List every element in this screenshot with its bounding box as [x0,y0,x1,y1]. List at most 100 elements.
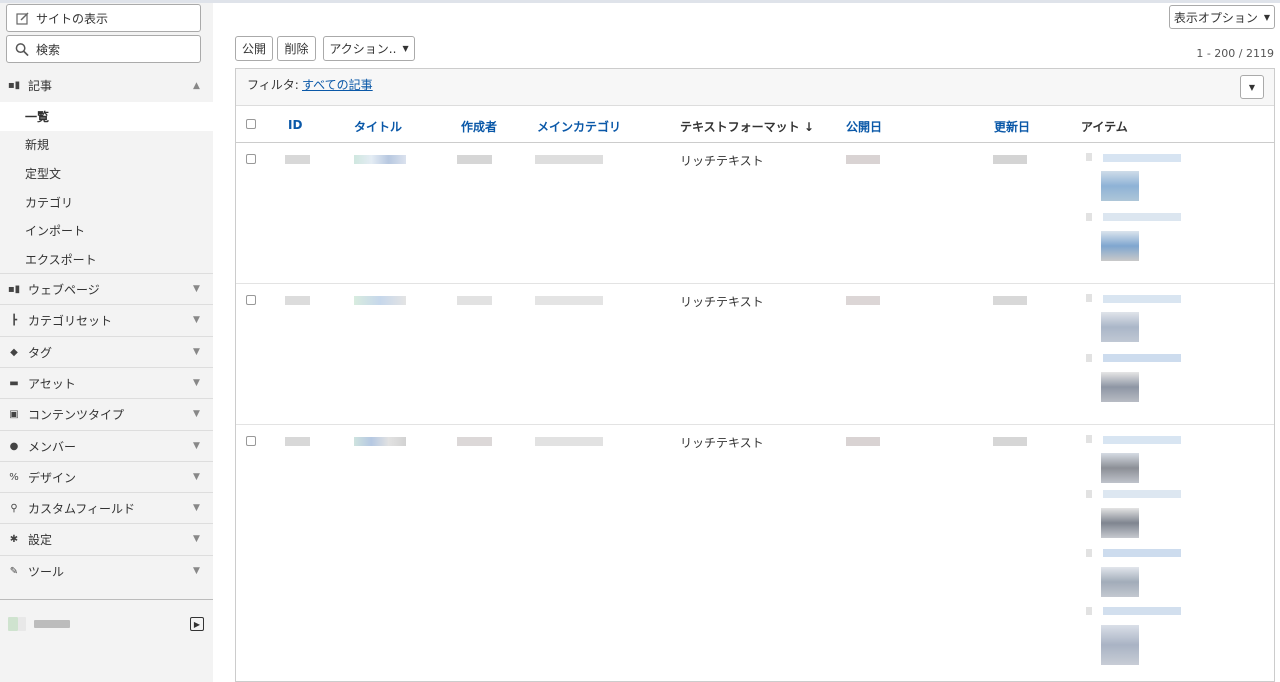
nav-settings[interactable]: ✱ 設定 ▼ [0,523,213,554]
sub-item-template[interactable]: 定型文 [0,159,213,188]
chevron-down-icon: ▼ [193,347,200,357]
chevron-down-icon: ▼ [193,441,200,451]
chevron-down-icon: ▼ [193,566,200,576]
nav-content-type-label: コンテンツタイプ [28,407,125,422]
nav-webpages[interactable]: ▪▮ ウェブページ ▼ [0,273,213,304]
filter-dropdown-button[interactable]: ▼ [1240,75,1264,99]
actions-dropdown[interactable]: アクション.. ▼ [323,36,415,61]
member-icon: ● [9,440,19,452]
chevron-down-icon: ▼ [193,503,200,513]
nav-category-set[interactable]: ┣ カテゴリセット ▼ [0,304,213,335]
category-pixelated [535,437,603,446]
nav-settings-label: 設定 [28,532,53,547]
table-row: リッチテキスト [236,143,1274,284]
nav-tools-label: ツール [28,564,65,579]
chevron-down-icon: ▼ [193,378,200,388]
title-pixelated[interactable] [354,437,406,446]
sidebar: サイトの表示 検索 ▪▮ 記事 ▲ 一覧 新規 定型文 カテゴリ インポート エ… [0,3,213,682]
search-icon [15,42,29,56]
chevron-down-icon: ▼ [193,472,200,482]
nav-member[interactable]: ● メンバー ▼ [0,430,213,461]
title-pixelated[interactable] [354,296,406,305]
author-pixelated [457,296,492,305]
nav-member-label: メンバー [28,439,77,454]
nav-custom-field[interactable]: ⚲ カスタムフィールド ▼ [0,492,213,523]
view-site-label: サイトの表示 [36,11,109,26]
col-modified-date[interactable]: 更新日 [994,118,1030,135]
text-format-value: リッチテキスト [680,436,764,450]
select-all-checkbox[interactable] [246,119,256,129]
articles-icon: ▪▮ [7,80,21,91]
table-row: リッチテキスト [236,284,1274,425]
filter-label: フィルタ: [247,78,299,92]
item-thumbnails [1086,435,1186,675]
row-checkbox[interactable] [246,154,256,164]
tag-icon: ◆ [10,346,18,358]
category-pixelated [535,155,603,164]
publish-date-pixelated [846,155,880,164]
sub-item-new[interactable]: 新規 [0,130,213,160]
row-checkbox[interactable] [246,436,256,446]
nav-custom-field-label: カスタムフィールド [28,501,136,516]
text-format-value: リッチテキスト [680,295,764,309]
search-label: 検索 [36,42,61,57]
custom-field-icon: ⚲ [10,502,18,514]
item-thumbnails [1086,153,1186,273]
chevron-down-icon: ▼ [193,284,200,294]
modified-date-pixelated [993,437,1027,446]
publish-date-pixelated [846,437,880,446]
sub-item-list[interactable]: 一覧 [0,102,213,131]
filter-link[interactable]: すべての記事 [302,76,373,93]
nav-webpages-label: ウェブページ [28,282,100,297]
play-icon[interactable]: ▶ [190,617,204,631]
search-button[interactable]: 検索 [6,35,201,63]
publish-date-pixelated [846,296,880,305]
col-text-format[interactable]: テキストフォーマット ↓ [680,118,814,135]
caret-down-icon: ▼ [402,44,409,53]
publish-button[interactable]: 公開 [235,36,273,61]
nav-content-type[interactable]: ▣ コンテンツタイプ ▼ [0,398,213,429]
edit-icon [15,11,29,25]
id-pixelated [285,437,310,446]
title-pixelated[interactable] [354,155,406,164]
nav-asset[interactable]: ▬ アセット ▼ [0,367,213,398]
nav-tools[interactable]: ✎ ツール ▼ [0,555,213,586]
author-pixelated [457,437,492,446]
nav-tag[interactable]: ◆ タグ ▼ [0,336,213,367]
col-main-category[interactable]: メインカテゴリ [537,118,621,135]
actions-label: アクション.. [329,42,397,56]
col-title[interactable]: タイトル [354,118,402,135]
col-author[interactable]: 作成者 [461,118,497,135]
id-pixelated [285,155,310,164]
chevron-down-icon: ▼ [193,315,200,325]
design-icon: % [9,471,19,483]
row-checkbox[interactable] [246,295,256,305]
sub-item-category[interactable]: カテゴリ [0,187,213,217]
col-id[interactable]: ID [288,118,302,132]
wrench-icon: ✎ [9,565,19,577]
user-name-pixelated [34,620,70,628]
col-items: アイテム [1081,120,1128,134]
col-publish-date[interactable]: 公開日 [846,118,882,135]
sub-item-import[interactable]: インポート [0,216,213,245]
display-options-button[interactable]: 表示オプション ▼ [1169,5,1275,29]
table-header: ID タイトル 作成者 メインカテゴリ テキストフォーマット ↓ 公開日 更新日… [236,106,1274,143]
modified-date-pixelated [993,155,1027,164]
nav-asset-label: アセット [28,376,76,391]
id-pixelated [285,296,310,305]
item-thumbnails [1086,294,1186,414]
nav-articles[interactable]: ▪▮ 記事 ▲ [0,70,213,101]
nav-articles-label: 記事 [28,79,53,93]
delete-button[interactable]: 削除 [277,36,316,61]
chevron-up-icon: ▲ [193,80,200,91]
view-site-button[interactable]: サイトの表示 [6,4,201,32]
nav-design-label: デザイン [28,470,77,485]
sub-item-export[interactable]: エクスポート [0,244,213,274]
nav-design[interactable]: % デザイン ▼ [0,461,213,492]
filter-bar: フィルタ: すべての記事 ▼ [236,69,1274,106]
nav-tag-label: タグ [28,345,53,360]
caret-down-icon: ▼ [1248,82,1256,92]
chevron-down-icon: ▼ [193,409,200,419]
articles-submenu: 一覧 新規 定型文 カテゴリ インポート エクスポート [0,102,213,274]
category-pixelated [535,296,603,305]
